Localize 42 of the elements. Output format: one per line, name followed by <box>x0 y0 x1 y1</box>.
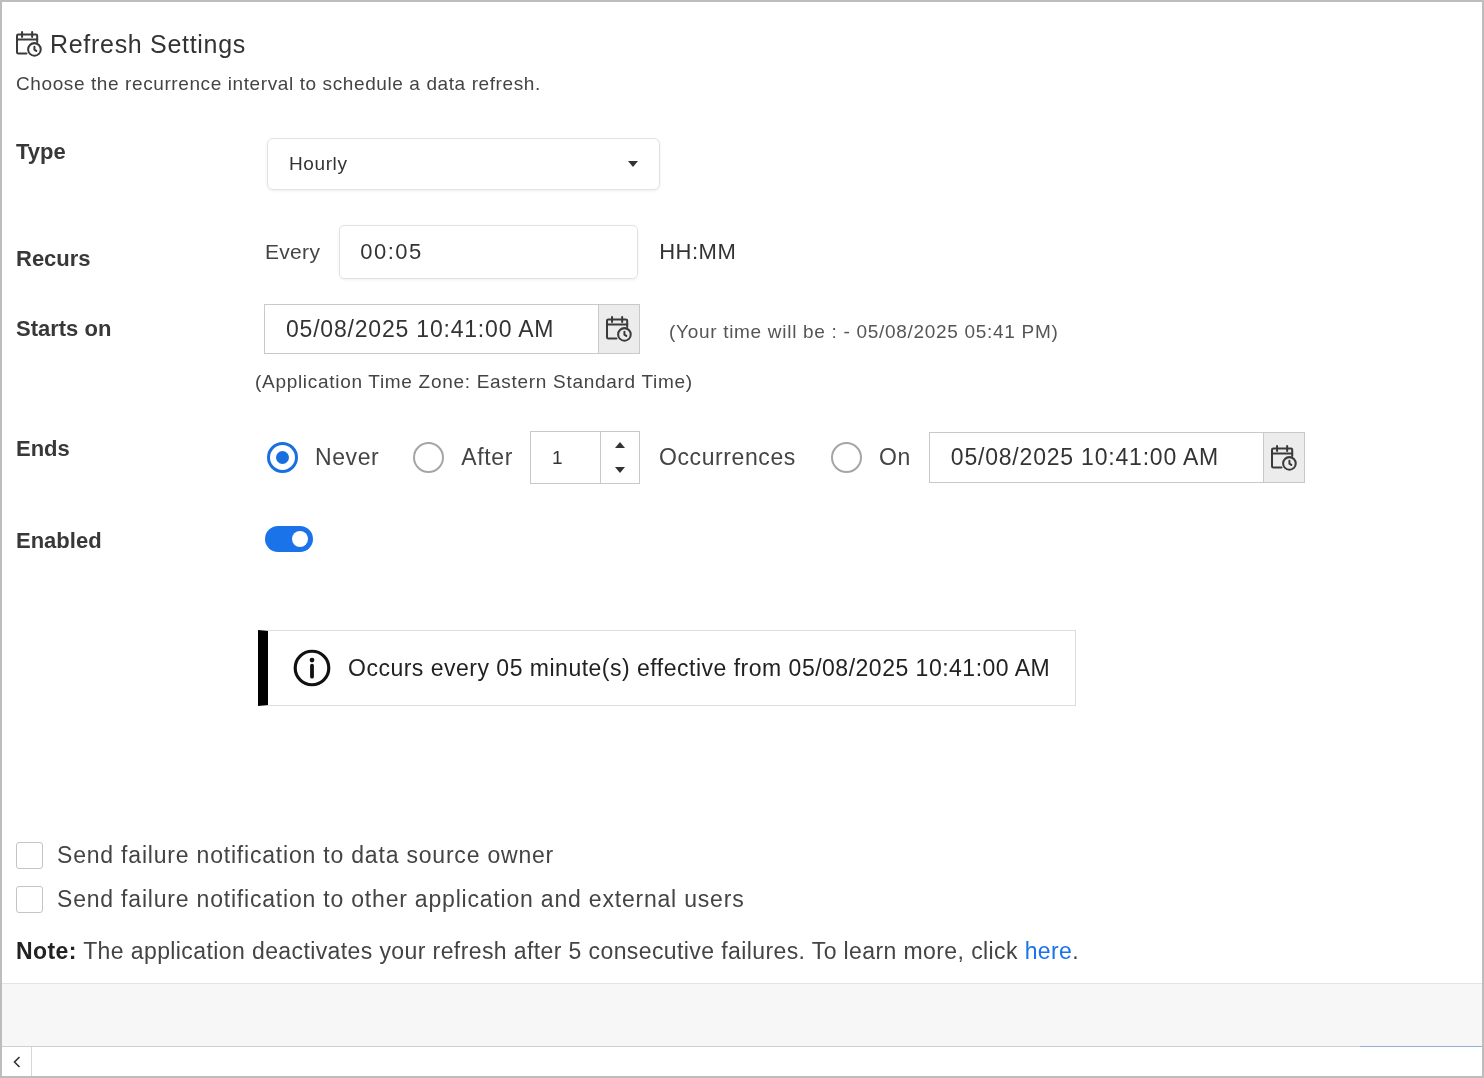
radio-button[interactable] <box>413 442 445 473</box>
calendar-button[interactable] <box>1262 432 1305 483</box>
checkbox[interactable] <box>16 885 43 913</box>
radio-button[interactable] <box>267 442 298 473</box>
checkbox-label: Send failure notification to other application and external users <box>57 885 745 913</box>
checkbox-label: Send failure notification to data source owner <box>57 841 555 869</box>
radio-label: After <box>461 444 513 471</box>
occurrences-label: Occurrences <box>658 444 796 471</box>
field-label: Type <box>16 138 67 166</box>
field-label: Starts on <box>16 315 113 343</box>
interval-input[interactable]: 00:05 <box>339 225 639 279</box>
radio-button[interactable] <box>830 442 862 473</box>
panel-description: Choose the recurrence interval to schedule a data refresh. <box>16 72 542 96</box>
date-input[interactable]: 05/08/2025 10:41:00 AM <box>928 432 1263 483</box>
field-label: Enabled <box>16 527 103 555</box>
every-label: Every <box>265 240 321 264</box>
enabled-toggle[interactable] <box>265 526 313 552</box>
format-hint: HH:MM <box>659 239 737 265</box>
checkbox[interactable] <box>16 841 43 869</box>
note-text: Note: The application deactivates your refresh after 5 consecutive failures. To learn more, click here. <box>16 937 1081 965</box>
chevron-left-icon <box>12 1055 21 1068</box>
radio-label: On <box>878 444 911 471</box>
radio-label: Never <box>315 444 380 471</box>
learn-more-link[interactable]: here <box>1024 938 1073 964</box>
date-input[interactable]: 05/08/2025 10:41:00 AM <box>264 304 598 354</box>
time-zone-note: (Application Time Zone: Eastern Standard Time) <box>254 370 694 394</box>
panel-title: Refresh Settings <box>50 29 246 59</box>
calendar-clock-icon <box>16 31 42 57</box>
field-label: Ends <box>16 435 71 463</box>
calendar-clock-icon <box>1270 444 1297 471</box>
caret-down-icon <box>614 467 625 474</box>
horizontal-scrollbar[interactable] <box>2 1046 1482 1076</box>
field-label: Recurs <box>16 245 92 273</box>
number-input[interactable]: 1 <box>529 431 600 484</box>
calendar-clock-icon <box>606 316 632 342</box>
calendar-button[interactable] <box>598 304 640 354</box>
type-dropdown[interactable]: Hourly <box>267 138 660 190</box>
info-icon <box>293 649 331 687</box>
summary-text: Occurs every 05 minute(s) effective from 05/08/2025 10:41:00 AM <box>348 654 1051 682</box>
local-time-note: (Your time will be : - 05/08/2025 05:41 PM) <box>669 321 1059 343</box>
caret-up-icon <box>614 441 625 448</box>
caret-down-icon <box>628 161 638 167</box>
